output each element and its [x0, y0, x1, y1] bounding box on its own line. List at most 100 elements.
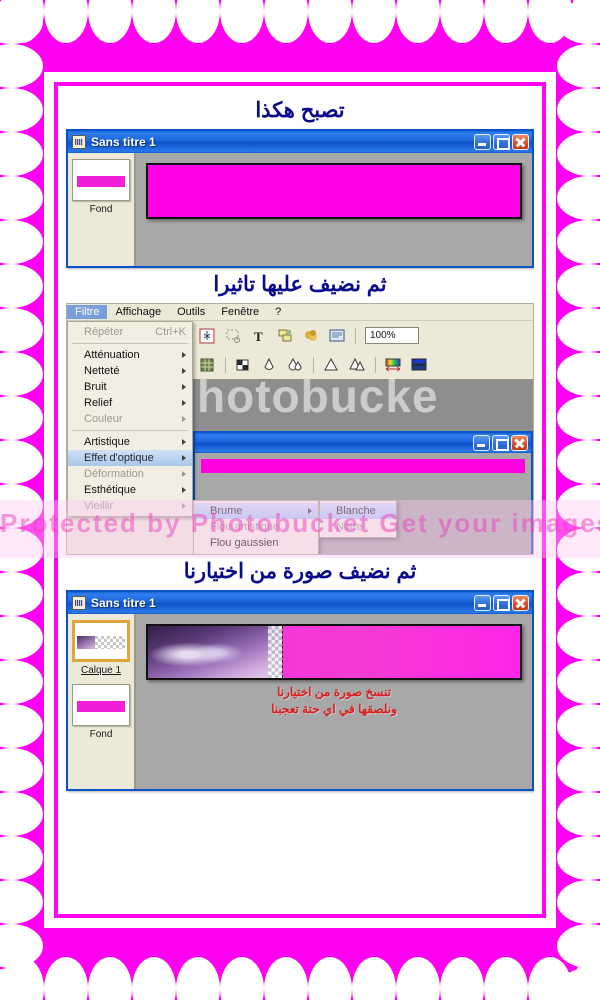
menu-affichage[interactable]: Affichage [107, 305, 169, 319]
minimize-icon[interactable] [473, 435, 490, 451]
zoom-input[interactable]: 100% [365, 327, 419, 344]
minimize-icon[interactable] [474, 134, 491, 150]
menu-filtre[interactable]: Filtre [67, 305, 108, 319]
inner-titlebar[interactable] [195, 433, 531, 453]
menu-item-label: Artistique [84, 436, 130, 448]
scallop [220, 957, 264, 1000]
checker-icon[interactable] [235, 357, 252, 373]
menu-item-label: Relief [84, 397, 113, 409]
clone-stamp-icon[interactable] [277, 328, 294, 344]
canvas-area[interactable]: تنسخ صورة من اختيارنا ونلصقها في اي حتة … [136, 614, 532, 789]
submenu-arrow-icon [182, 400, 186, 406]
menu-separator [72, 430, 188, 431]
menu-item-d-formation[interactable]: Déformation [68, 466, 192, 482]
menu-item-nettet[interactable]: Netteté [68, 363, 192, 379]
layer-thumbnail-calque1[interactable] [72, 620, 130, 662]
scallop [557, 660, 600, 704]
scallop [176, 957, 220, 1000]
canvas-image-strip[interactable] [146, 624, 522, 680]
screen-capture-icon[interactable] [329, 328, 346, 344]
menu-help[interactable]: ? [267, 305, 289, 319]
menu-item-esth-tique[interactable]: Esthétique [68, 482, 192, 498]
scallop [557, 0, 600, 44]
sponge-icon[interactable] [303, 328, 320, 344]
menu-item-effet-d-optique[interactable]: Effet d'optique [68, 450, 192, 466]
menu-bar: Filtre Affichage Outils Fenêtre ? [67, 304, 533, 321]
layer-label-calque1: Calque 1 [80, 665, 122, 676]
canvas-image-strip[interactable] [146, 163, 522, 219]
droplets-icon[interactable] [287, 357, 304, 373]
minimize-icon[interactable] [474, 595, 491, 611]
submenu-arrow-icon [182, 368, 186, 374]
menu-item-att-nuation[interactable]: Atténuation [68, 347, 192, 363]
scallop [88, 0, 132, 43]
submenu-item-flou-artistique[interactable]: Flou artistique [194, 519, 318, 535]
close-icon[interactable] [512, 595, 529, 611]
titlebar[interactable]: Sans titre 1 [68, 592, 532, 614]
photobucket-watermark-zone: hotobucke [193, 379, 533, 431]
app-icon [72, 596, 86, 610]
submenu-item-flou-gaussien[interactable]: Flou gaussien [194, 535, 318, 551]
text-tool-icon[interactable]: T [251, 328, 268, 344]
toolbar-separator [225, 356, 226, 373]
submenu-item-blanche[interactable]: Blanche [320, 503, 396, 519]
svg-text:T: T [254, 329, 263, 344]
scallop [0, 0, 43, 44]
tutorial-content: تصبح هكذا Sans titre 1 Fond ثم نضيف عليه… [66, 94, 534, 906]
scallop [0, 528, 43, 572]
scallop [0, 572, 43, 616]
gradient-icon[interactable] [385, 357, 402, 373]
brume-submenu[interactable]: Blanche Noire [319, 500, 397, 538]
scallop [0, 836, 43, 880]
menu-item-artistique[interactable]: Artistique [68, 434, 192, 450]
scallop [572, 0, 600, 43]
scallop [0, 748, 43, 792]
scallop [557, 440, 600, 484]
marquee-select-icon[interactable] [225, 328, 242, 344]
deform-mesh-icon[interactable] [199, 328, 216, 344]
maximize-icon[interactable] [493, 595, 510, 611]
menu-item-couleur[interactable]: Couleur [68, 411, 192, 427]
color-swatch-icon[interactable] [411, 357, 428, 373]
canvas-area[interactable] [136, 153, 532, 266]
menu-fenetre[interactable]: Fenêtre [213, 305, 267, 319]
white-mat: تصبح هكذا Sans titre 1 Fond ثم نضيف عليه… [44, 72, 556, 928]
scallop [557, 704, 600, 748]
layer-thumbnail[interactable] [72, 159, 130, 201]
titlebar[interactable]: Sans titre 1 [68, 131, 532, 153]
toolbar-separator [375, 356, 376, 373]
filtre-dropdown-menu[interactable]: Répéter Ctrl+K Atténuation Netteté Bruit Reli… [67, 321, 193, 517]
scallop [557, 88, 600, 132]
submenu-item-noire[interactable]: Noire [320, 519, 396, 535]
menu-outils[interactable]: Outils [169, 305, 213, 319]
menu-item-relief[interactable]: Relief [68, 395, 192, 411]
scallop [0, 968, 43, 1000]
scallop [528, 957, 572, 1000]
menu-item-label: Blanche [336, 505, 376, 517]
grid-icon[interactable] [199, 357, 216, 373]
scallop [308, 0, 352, 43]
menu-item-vieillir[interactable]: Vieillir [68, 498, 192, 514]
effet-optique-submenu[interactable]: Brume Flou artistique Flou gaussien Flou de… [193, 500, 319, 554]
menu-item-r-p-ter[interactable]: Répéter Ctrl+K [68, 324, 192, 340]
scallop [0, 132, 43, 176]
scallop [557, 308, 600, 352]
scallop [0, 440, 43, 484]
droplet-icon[interactable] [261, 357, 278, 373]
menu-item-label: Atténuation [84, 349, 140, 361]
layer-thumbnail-fond[interactable] [72, 684, 130, 726]
scallop [396, 957, 440, 1000]
triangles-icon[interactable] [349, 357, 366, 373]
close-icon[interactable] [511, 435, 528, 451]
window-sans-titre-1-step1: Sans titre 1 Fond [66, 129, 534, 268]
menu-item-label: Flou gaussien [210, 537, 279, 549]
tutorial-page: تصبح هكذا Sans titre 1 Fond ثم نضيف عليه… [0, 0, 600, 1000]
maximize-icon[interactable] [493, 134, 510, 150]
submenu-item-brume[interactable]: Brume [194, 503, 318, 519]
maximize-icon[interactable] [492, 435, 509, 451]
scallop [557, 924, 600, 968]
close-icon[interactable] [512, 134, 529, 150]
triangle-icon[interactable] [323, 357, 340, 373]
submenu-item-flou-de-mouvement[interactable]: Flou de mouvement... [194, 551, 318, 554]
menu-item-bruit[interactable]: Bruit [68, 379, 192, 395]
